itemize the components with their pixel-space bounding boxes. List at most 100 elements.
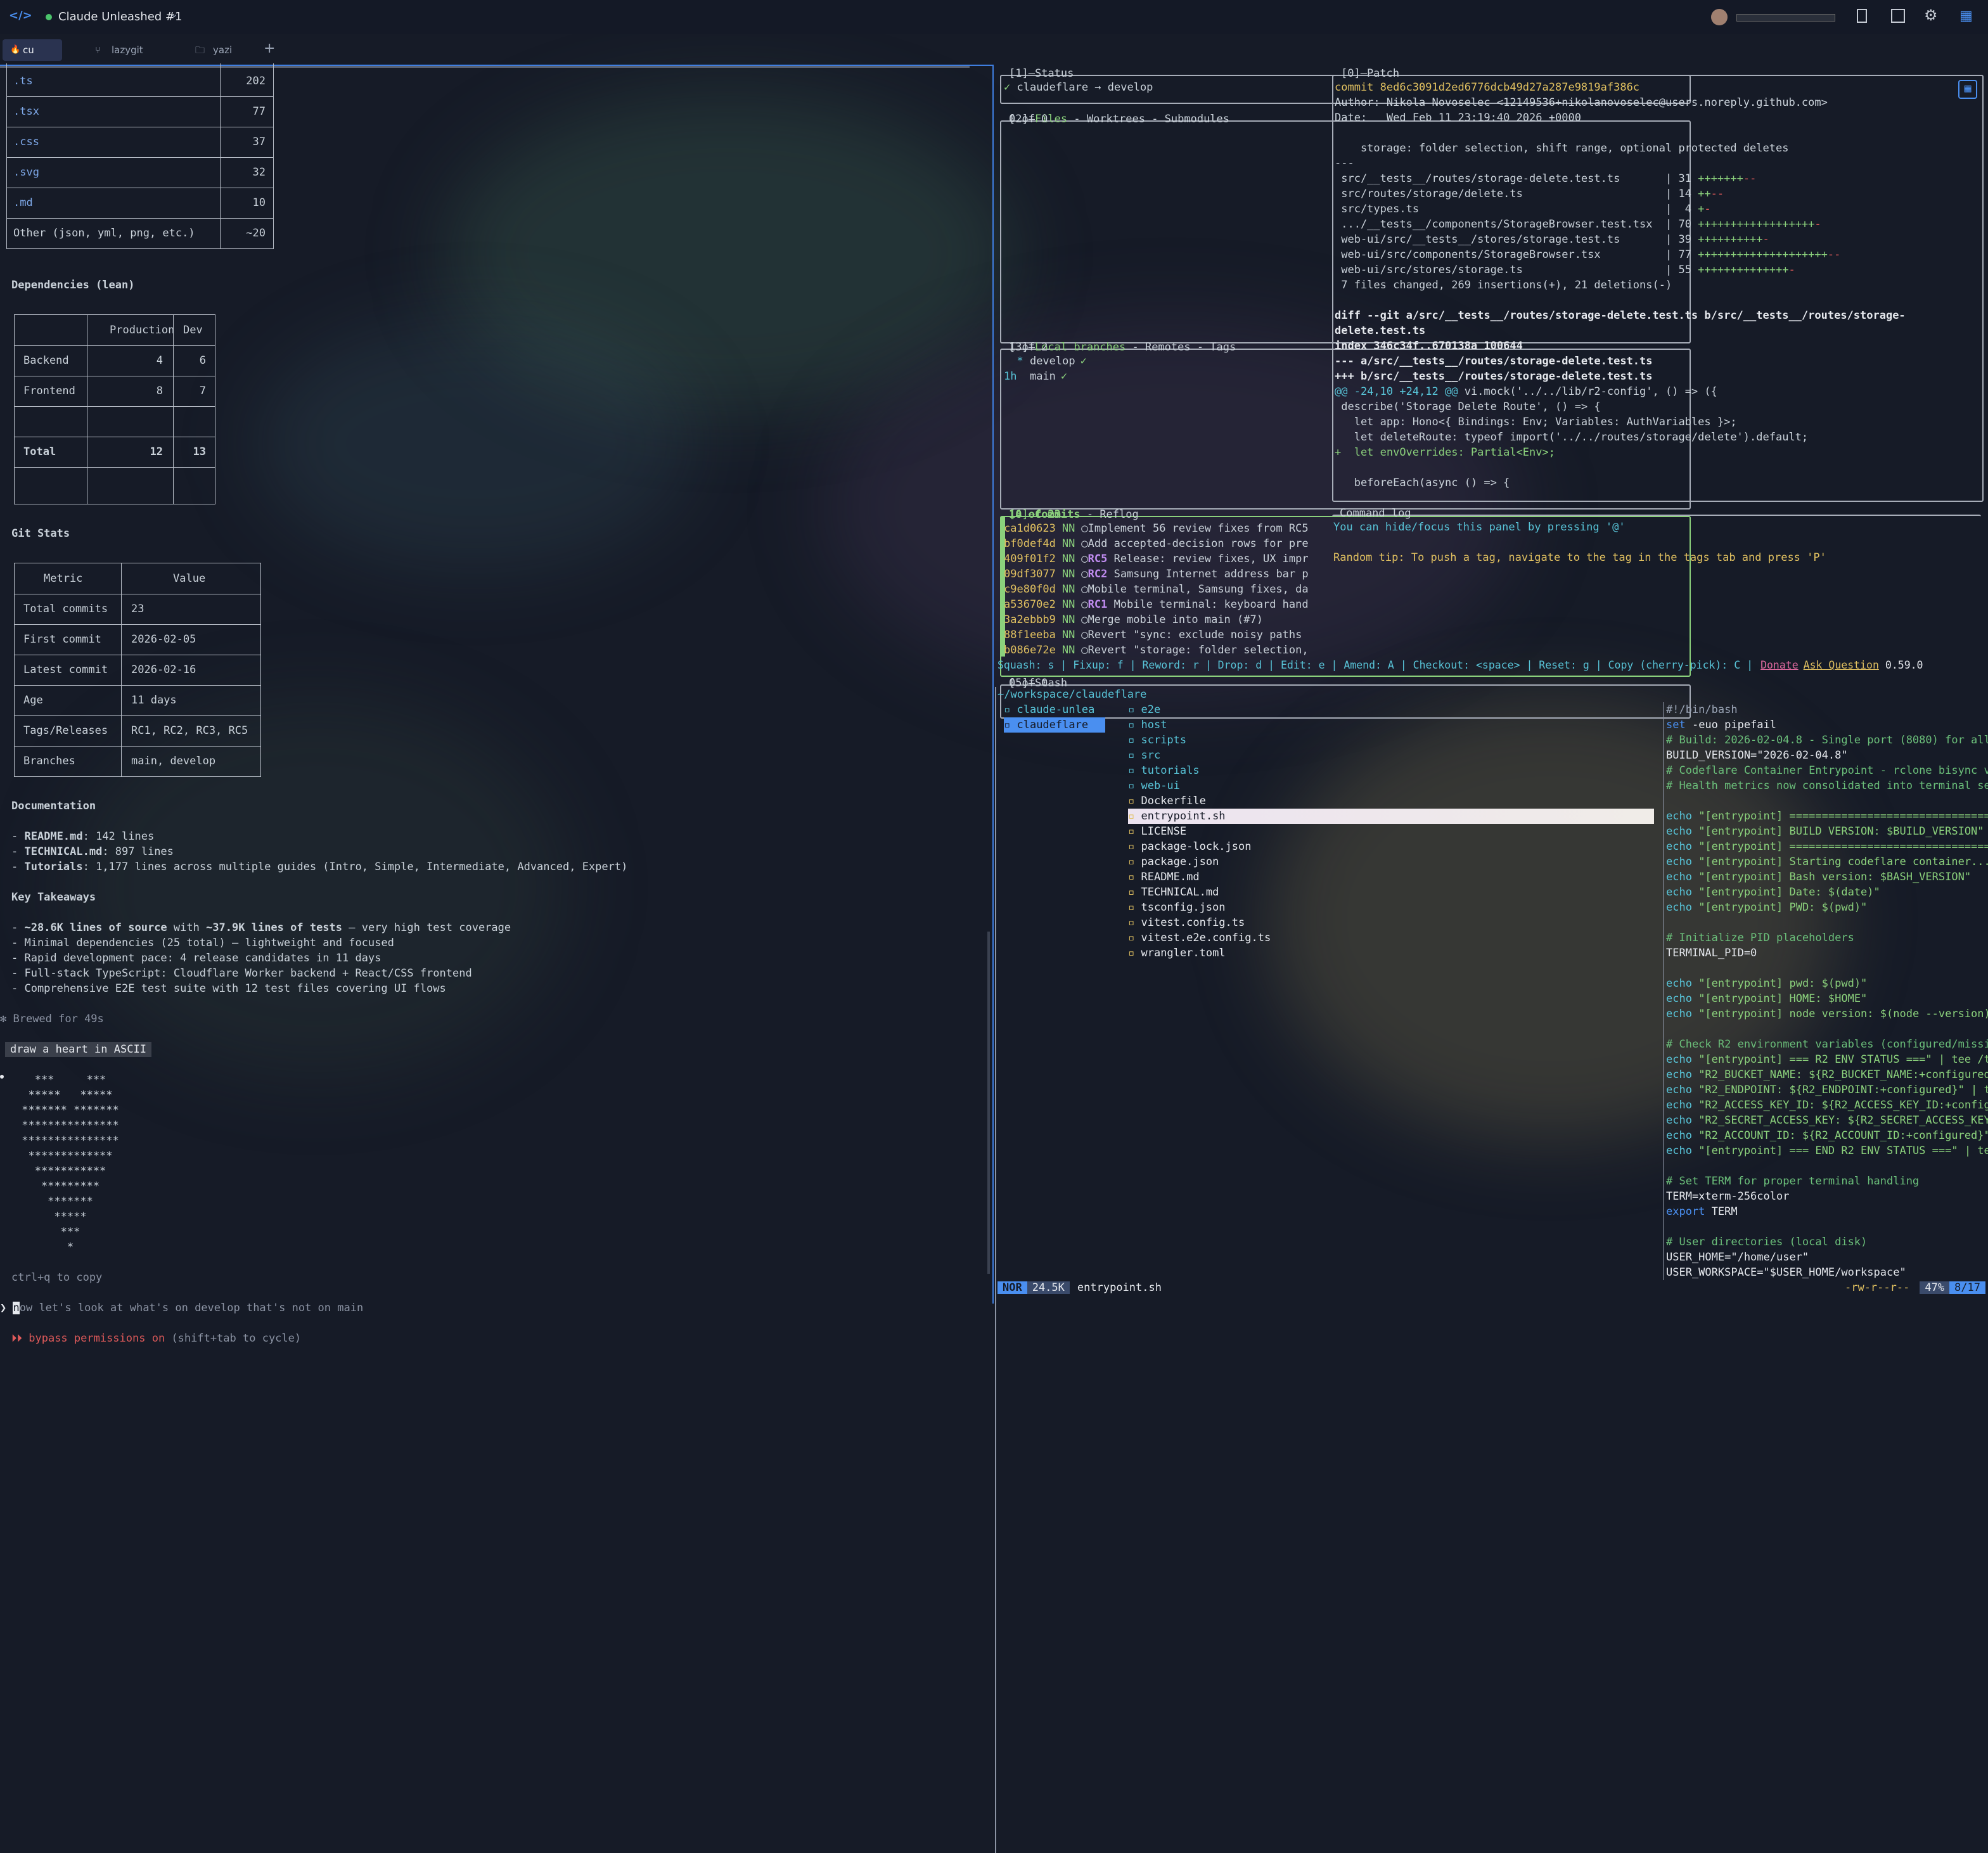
table-row-divider: [15, 685, 260, 686]
patch-title: [0]—Patch: [1341, 67, 1400, 80]
keyword: echo: [1666, 871, 1692, 883]
keyword: echo: [1666, 901, 1692, 914]
grid-icon[interactable]: ▦: [1959, 8, 1973, 24]
table-cell: .tsx: [13, 105, 39, 118]
file-name: e2e: [1141, 703, 1161, 716]
table-cell: RC1, RC2, RC3, RC5: [131, 724, 248, 737]
file-item[interactable]: ▫ vitest.config.ts: [1128, 915, 1245, 930]
asterisk-icon: ✻: [0, 1013, 13, 1025]
string: "R2_BUCKET_NAME: ${R2_BUCKET_NAME:+confi…: [1691, 1068, 1988, 1081]
preview-line: set -euo pipefail: [1663, 717, 1988, 733]
bypass-status[interactable]: ⏵⏵ bypass permissions on (shift+tab to c…: [11, 1331, 301, 1346]
heart-line: ***: [15, 1226, 80, 1238]
preview-line: export TERM: [1663, 1204, 1988, 1219]
keyword: echo: [1666, 1053, 1692, 1066]
patch-panel[interactable]: [0]—Patch commit 8ed6c3091d2ed6776dcb49d2…: [1332, 67, 1984, 502]
folder-icon: ▫: [1128, 703, 1141, 716]
file-item[interactable]: ▫ TECHNICAL.md: [1128, 885, 1219, 900]
patch-line: ---: [1335, 157, 1354, 170]
file-name: host: [1141, 719, 1167, 731]
patch-file-plus: ++: [1698, 188, 1711, 200]
file-item[interactable]: ▫ web-ui: [1128, 778, 1180, 793]
code-text: USER_HOME="/home/user": [1666, 1251, 1809, 1264]
mode-badge: NOR: [997, 1281, 1027, 1294]
table-cell: 32: [252, 166, 266, 179]
code-text: # Codeflare Container Entrypoint - rclon…: [1666, 764, 1988, 777]
patch-file-name: web-ui/src/stores/storage.ts: [1335, 264, 1665, 276]
doc-text: : 897 lines: [102, 845, 174, 858]
patch-file-plus: +: [1698, 203, 1705, 215]
preview-line: echo "[entrypoint] === END R2 ENV STATUS…: [1663, 1143, 1988, 1158]
string: "[entrypoint] === R2 ENV STATUS ===" | t…: [1691, 1053, 1988, 1066]
file-item[interactable]: ▫ Dockerfile: [1128, 793, 1206, 809]
file-item[interactable]: ▫ host: [1128, 717, 1167, 733]
file-item[interactable]: ▫ tutorials: [1128, 763, 1200, 778]
file-item[interactable]: ▫ src: [1128, 748, 1160, 763]
diff-hunk-context: vi.mock('../../lib/r2-config', () => ({: [1458, 385, 1717, 398]
file-item[interactable]: ▫ e2e: [1128, 702, 1160, 717]
code-icon[interactable]: </>: [9, 9, 32, 22]
ask-question-link[interactable]: Ask Question: [1804, 659, 1879, 671]
keyword: echo: [1666, 840, 1692, 853]
patch-line: delete.test.ts: [1335, 324, 1426, 337]
file-item[interactable]: ▫ tsconfig.json: [1128, 900, 1226, 915]
file-name: vitest.config.ts: [1141, 916, 1245, 929]
add-tab-button[interactable]: +: [264, 41, 275, 56]
file-item[interactable]: ▫ LICENSE: [1128, 824, 1186, 839]
pane-divider[interactable]: [992, 65, 994, 1304]
string: "[entrypoint] Starting codeflare contain…: [1691, 856, 1988, 868]
patch-file-plus: ++++++++++: [1698, 233, 1763, 246]
table-cell: 8: [156, 385, 163, 397]
tab-yazi[interactable]: 🗀 yazi: [172, 39, 256, 61]
bookmark-icon[interactable]: [1857, 9, 1867, 23]
table-cell: ~20: [246, 227, 266, 240]
parent-dir-item[interactable]: ▫ claudeflare: [1004, 717, 1105, 733]
tab-lazygit[interactable]: ⑂ lazygit: [66, 39, 167, 61]
preview-line: # Check R2 environment variables (config…: [1663, 1037, 1988, 1052]
file-name: web-ui: [1141, 779, 1180, 792]
file-name: src: [1141, 749, 1161, 762]
keyword: echo: [1666, 1144, 1692, 1157]
code-text: TERMINAL_PID=0: [1666, 947, 1757, 959]
file-item[interactable]: ▫ README.md: [1128, 869, 1200, 885]
check-icon: ✓: [1004, 81, 1017, 94]
prompt-input[interactable]: ❯ now let's look at what's on develop th…: [0, 1300, 363, 1316]
preview-line: USER_WORKSPACE="$USER_HOME/workspace": [1663, 1265, 1988, 1280]
table-cell: 10: [252, 196, 266, 209]
code-text: TERM: [1705, 1205, 1738, 1218]
file-item[interactable]: ▫ wrangler.toml: [1128, 946, 1226, 961]
preview-line: # Health metrics now consolidated into t…: [1663, 778, 1988, 793]
string: "[entrypoint] ==========================…: [1691, 810, 1988, 823]
gear-icon[interactable]: ⚙: [1924, 6, 1938, 24]
keyword: echo: [1666, 977, 1692, 990]
current-path: ~/workspace/claudeflare: [997, 688, 1147, 701]
chevron-down-icon[interactable]: ⌄: [170, 8, 178, 20]
table-header: Dev: [183, 324, 203, 337]
file-item[interactable]: ▫ package-lock.json: [1128, 839, 1251, 854]
file-item[interactable]: ▫ vitest.e2e.config.ts: [1128, 930, 1271, 946]
donate-link[interactable]: Donate: [1760, 659, 1799, 671]
file-name: tsconfig.json: [1141, 901, 1226, 914]
tab-cu[interactable]: 🔥 cu: [3, 39, 62, 61]
file-item-selected[interactable]: ▫ entrypoint.sh: [1128, 809, 1654, 824]
file-icon: ▫: [1128, 901, 1141, 914]
string: "R2_ACCESS_KEY_ID: ${R2_ACCESS_KEY_ID:+c…: [1691, 1099, 1988, 1112]
parent-dir-item[interactable]: ▫ claude-unlea: [1004, 702, 1094, 717]
file-item[interactable]: ▫ package.json: [1128, 854, 1219, 869]
panel-grid-icon[interactable]: ▦: [1958, 80, 1977, 99]
keyword: echo: [1666, 1084, 1692, 1096]
folder-icon: ▫: [1004, 719, 1017, 731]
file-item[interactable]: ▫ scripts: [1128, 733, 1186, 748]
patch-file-count: | 14: [1665, 188, 1698, 200]
git-stats-table: Metric Value Total commits 23 First commit 20…: [14, 563, 261, 777]
bullet-dot: [0, 1075, 4, 1079]
patch-file-stat: web-ui/src/components/StorageBrowser.tsx…: [1335, 247, 1840, 262]
string: "R2_SECRET_ACCESS_KEY: ${R2_SECRET_ACCES…: [1691, 1114, 1988, 1127]
file-icon: ▫: [1128, 871, 1141, 883]
window-title[interactable]: Claude Unleashed #1: [58, 10, 182, 23]
keyword: echo: [1666, 1099, 1692, 1112]
column-divider: [995, 1270, 996, 1853]
avatar[interactable]: [1711, 9, 1728, 25]
layout-icon[interactable]: [1891, 9, 1905, 23]
preview-line: # Build: 2026-02-04.8 - Single port (808…: [1663, 733, 1988, 748]
